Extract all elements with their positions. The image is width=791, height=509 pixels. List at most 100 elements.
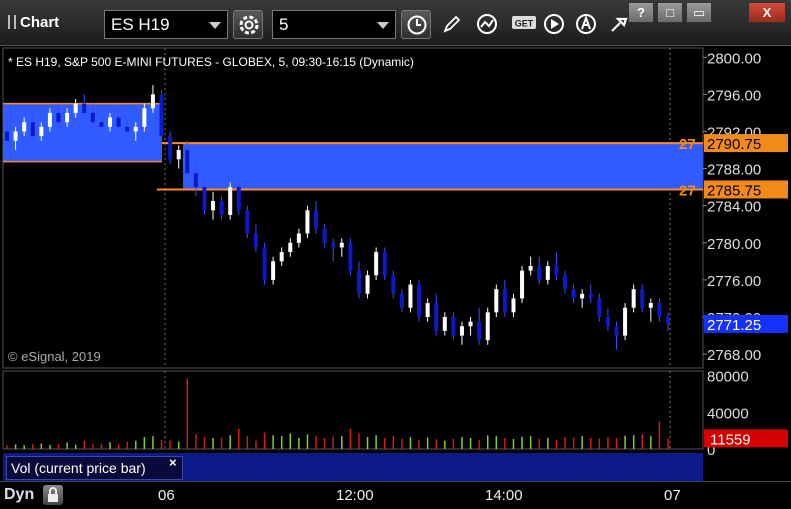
candle-body xyxy=(288,242,293,253)
candle-body xyxy=(528,265,533,271)
volume-tick-label: 80000 xyxy=(707,369,749,386)
candle-body xyxy=(142,108,147,127)
interval-combo[interactable]: 5 xyxy=(272,10,396,39)
candle-body xyxy=(382,252,387,276)
lock-icon[interactable] xyxy=(43,485,63,505)
candle-body xyxy=(425,303,430,317)
candle-body xyxy=(356,270,361,294)
candle-body xyxy=(374,252,379,276)
draw-button[interactable] xyxy=(437,10,467,39)
candle-body xyxy=(82,103,87,113)
symbol-combo[interactable]: ES H19 xyxy=(104,10,228,39)
maximize-icon: ▭ xyxy=(692,5,706,20)
symbol-value: ES H19 xyxy=(111,15,170,34)
studies-button[interactable] xyxy=(472,10,502,39)
candle-body xyxy=(22,122,27,132)
candle-body xyxy=(73,103,78,113)
candle-body xyxy=(502,289,507,313)
volume-last-label: 11559 xyxy=(710,431,751,448)
chart-subtitle: * ES H19, S&P 500 E-MINI FUTURES - GLOBE… xyxy=(8,55,414,69)
candle-body xyxy=(271,261,276,280)
chevron-down-icon[interactable] xyxy=(377,22,389,29)
last-price-label: 2771.25 xyxy=(707,317,761,334)
candle-body xyxy=(623,307,628,336)
maximize-button[interactable]: ▭ xyxy=(686,2,712,23)
candle-body xyxy=(279,252,284,262)
level-high-label: 2790.75 xyxy=(707,136,761,153)
alert-button[interactable] xyxy=(571,10,601,39)
candle-body xyxy=(236,187,241,211)
candle-body xyxy=(399,293,404,308)
get-button[interactable]: GET xyxy=(507,10,537,39)
level-low-left-label: 27 xyxy=(679,182,696,199)
candle-body xyxy=(47,112,52,127)
volume-tick-label: 40000 xyxy=(707,405,749,422)
candle-body xyxy=(99,122,104,127)
x-tick-label: 07 xyxy=(664,487,681,504)
candle-body xyxy=(202,187,207,211)
chart-toolbar: Chart ES H19 5 GET ? □ ▭ X xyxy=(0,0,791,46)
x-tick-label: 12:00 xyxy=(336,487,374,504)
price-tick-label: 2800.00 xyxy=(707,50,761,67)
candle-body xyxy=(305,210,310,234)
candle-body xyxy=(262,247,267,280)
time-button[interactable] xyxy=(401,10,431,39)
price-tick-label: 2784.00 xyxy=(707,199,761,216)
candle-body xyxy=(5,131,9,141)
candle-body xyxy=(451,316,456,336)
dynamic-label[interactable]: Dyn xyxy=(4,486,34,504)
candle-body xyxy=(468,321,473,327)
level-high-left-label: 27 xyxy=(679,136,696,153)
close-study-icon[interactable]: × xyxy=(169,455,177,470)
candle-body xyxy=(605,316,610,327)
help-button[interactable]: ? xyxy=(628,2,654,23)
settings-button[interactable] xyxy=(233,10,263,39)
grip-icon[interactable] xyxy=(8,15,16,29)
restore-button[interactable]: □ xyxy=(657,2,683,23)
candle-body xyxy=(657,303,662,317)
candle-body xyxy=(125,126,130,132)
candle-body xyxy=(537,265,542,280)
play-button[interactable] xyxy=(539,10,569,39)
candle-body xyxy=(211,201,216,211)
watermark: © eSignal, 2019 xyxy=(8,349,101,364)
chevron-down-icon[interactable] xyxy=(209,22,221,29)
candle-body xyxy=(554,265,559,276)
candle-body xyxy=(168,136,173,160)
price-tick-label: 2780.00 xyxy=(707,236,761,253)
candle-body xyxy=(597,298,602,317)
candle-body xyxy=(511,298,516,313)
x-tick-label: 14:00 xyxy=(485,487,523,504)
price-chart[interactable]: 2800.002796.002792.002788.002784.002780.… xyxy=(0,46,791,371)
candle-body xyxy=(365,275,370,294)
candle-body xyxy=(562,275,567,290)
candle-body xyxy=(417,284,422,317)
level-low-label: 2785.75 xyxy=(707,182,761,199)
volume-study-label[interactable]: Vol (current price bar) xyxy=(6,456,183,480)
candle-body xyxy=(296,233,301,243)
range-zone xyxy=(183,143,703,190)
x-tick-label: 06 xyxy=(158,487,175,504)
candle-body xyxy=(65,112,70,123)
candle-body xyxy=(13,131,18,141)
close-button[interactable]: X xyxy=(748,2,786,23)
settings-icon xyxy=(239,15,259,35)
candle-body xyxy=(193,173,198,188)
candle-body xyxy=(331,242,336,248)
candle-body xyxy=(90,112,95,123)
candle-body xyxy=(185,150,190,174)
candle-body xyxy=(648,303,653,308)
candle-body xyxy=(116,117,121,127)
candle-body xyxy=(108,117,113,127)
alert-icon xyxy=(576,14,596,34)
candle-body xyxy=(434,303,439,331)
chart-title[interactable]: Chart xyxy=(8,14,59,31)
candle-body xyxy=(253,233,258,248)
price-tick-label: 2796.00 xyxy=(707,87,761,104)
candle-body xyxy=(245,210,250,234)
volume-chart[interactable]: 8000040000011559 xyxy=(0,369,791,455)
candle-body xyxy=(545,265,550,280)
candle-body xyxy=(571,289,576,299)
candle-body xyxy=(485,312,490,341)
candle-body xyxy=(391,275,396,294)
